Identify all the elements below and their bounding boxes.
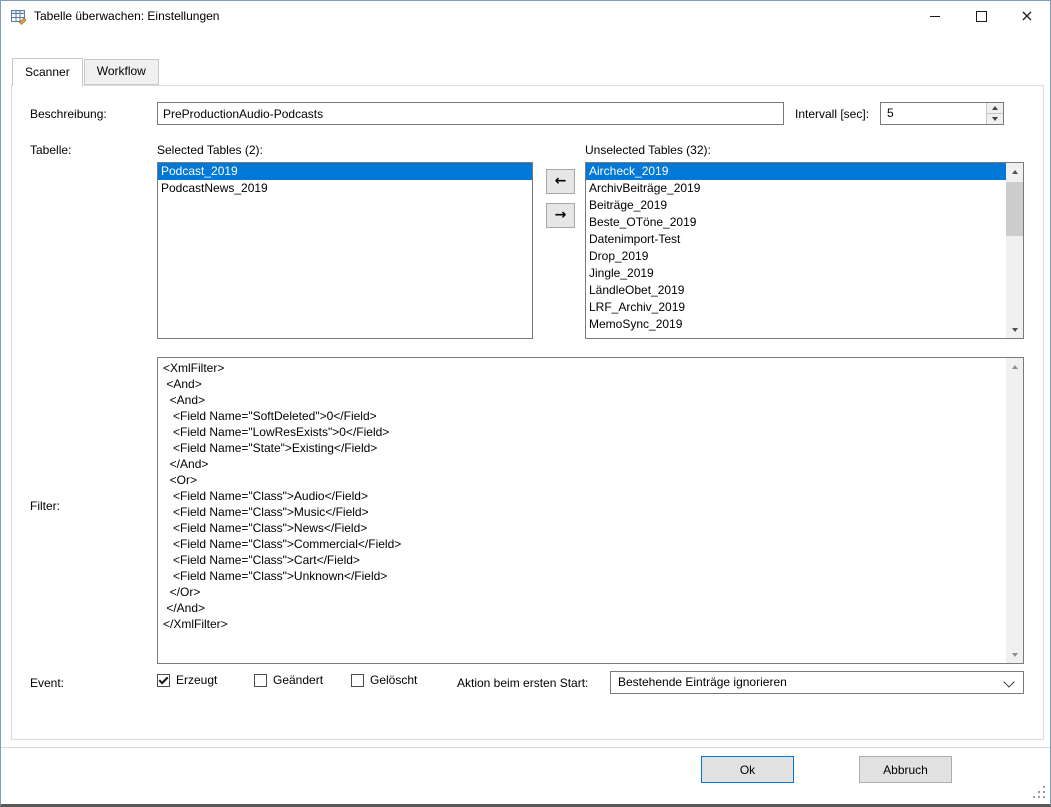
tab-workflow[interactable]: Workflow (84, 59, 159, 85)
intervall-spinner[interactable]: 5 (880, 102, 1004, 125)
scanner-tab-panel: Beschreibung: Intervall [sec]: 5 Tabelle… (11, 85, 1044, 740)
tabelle-label: Tabelle: (30, 143, 71, 157)
ok-button[interactable]: Ok (701, 756, 794, 783)
dialog-window: Tabelle überwachen: Einstellungen × Scan… (0, 0, 1051, 807)
window-title: Tabelle überwachen: Einstellungen (34, 1, 219, 32)
caption-buttons: × (912, 1, 1050, 31)
resize-grip[interactable] (1033, 786, 1046, 799)
up-arrow-icon (1012, 365, 1018, 369)
minimize-icon (930, 16, 940, 17)
event-label: Event: (30, 676, 64, 690)
maximize-button[interactable] (958, 1, 1004, 31)
event-checkbox[interactable]: Erzeugt (157, 672, 254, 688)
checkbox-icon (157, 674, 170, 687)
scrollbar-down-button[interactable] (1006, 321, 1023, 338)
up-arrow-icon (1012, 170, 1018, 174)
selected-table-item[interactable]: Podcast_2019 (158, 163, 532, 180)
window-icon (10, 8, 27, 25)
tab-strip: Scanner Workflow (12, 58, 160, 85)
filter-textarea[interactable]: <XmlFilter> <And> <And> <Field Name="Sof… (157, 357, 1024, 664)
titlebar: Tabelle überwachen: Einstellungen × (1, 1, 1050, 32)
intervall-label: Intervall [sec]: (795, 107, 869, 121)
scrollbar-down-button[interactable] (1006, 646, 1023, 663)
aktion-beim-ersten-start-label: Aktion beim ersten Start: (457, 676, 588, 690)
unselected-table-item[interactable]: Aircheck_2019 (586, 163, 1006, 180)
close-icon: × (1020, 8, 1033, 24)
selected-table-item[interactable]: PodcastNews_2019 (158, 180, 532, 197)
checkbox-label: Geändert (273, 673, 323, 687)
unselected-list-scrollbar[interactable] (1006, 163, 1023, 338)
unselected-table-item[interactable]: MemoSync_2019 (586, 316, 1006, 333)
aktion-selected-value: Bestehende Einträge ignorieren (618, 672, 787, 693)
unselected-table-item[interactable]: Datenimport-Test (586, 231, 1006, 248)
cancel-button[interactable]: Abbruch (859, 756, 952, 783)
unselected-table-item[interactable]: ArchivBeiträge_2019 (586, 180, 1006, 197)
down-arrow-icon (992, 117, 998, 121)
beschreibung-input[interactable] (157, 102, 784, 125)
filter-label: Filter: (30, 499, 60, 513)
move-left-button[interactable]: ← (546, 169, 575, 194)
event-checkbox[interactable]: Geändert (254, 672, 351, 688)
minimize-button[interactable] (912, 1, 958, 31)
filter-xml-content: <XmlFilter> <And> <And> <Field Name="Sof… (163, 360, 1001, 661)
scrollbar-up-button[interactable] (1006, 163, 1023, 180)
down-arrow-icon (1012, 653, 1018, 657)
selected-tables-list[interactable]: Podcast_2019 PodcastNews_2019 (157, 162, 533, 339)
selected-tables-header: Selected Tables (2): (157, 143, 263, 157)
filter-scrollbar[interactable] (1006, 358, 1023, 663)
intervall-value: 5 (887, 103, 894, 124)
scrollbar-up-button[interactable] (1006, 358, 1023, 375)
spinner-buttons (986, 103, 1003, 124)
aktion-dropdown[interactable]: Bestehende Einträge ignorieren (610, 671, 1024, 694)
unselected-table-item[interactable]: Drop_2019 (586, 248, 1006, 265)
checkbox-label: Gelöscht (370, 673, 417, 687)
footer-separator (1, 747, 1050, 748)
unselected-table-item[interactable]: Beiträge_2019 (586, 197, 1006, 214)
event-checkbox[interactable]: Gelöscht (351, 672, 448, 688)
unselected-table-item[interactable]: LändleObet_2019 (586, 282, 1006, 299)
checkbox-icon (254, 674, 267, 687)
maximize-icon (976, 11, 987, 22)
spinner-up-button[interactable] (986, 103, 1003, 113)
unselected-tables-list[interactable]: Aircheck_2019 ArchivBeiträge_2019 Beiträ… (585, 162, 1024, 339)
unselected-tables-header: Unselected Tables (32): (585, 143, 711, 157)
up-arrow-icon (992, 106, 998, 110)
down-arrow-icon (1012, 328, 1018, 332)
chevron-down-icon (1003, 676, 1014, 687)
beschreibung-label: Beschreibung: (30, 107, 107, 121)
event-checkboxes: Erzeugt Geändert Gelöscht (157, 672, 448, 688)
unselected-table-item[interactable]: Beste_OTöne_2019 (586, 214, 1006, 231)
spinner-down-button[interactable] (986, 113, 1003, 124)
close-button[interactable]: × (1004, 1, 1050, 31)
tab-scanner[interactable]: Scanner (12, 58, 83, 86)
checkbox-label: Erzeugt (176, 673, 217, 687)
unselected-table-item[interactable]: Jingle_2019 (586, 265, 1006, 282)
unselected-table-item[interactable]: LRF_Archiv_2019 (586, 299, 1006, 316)
move-right-button[interactable]: → (546, 203, 575, 228)
checkbox-icon (351, 674, 364, 687)
scrollbar-thumb[interactable] (1006, 182, 1023, 236)
